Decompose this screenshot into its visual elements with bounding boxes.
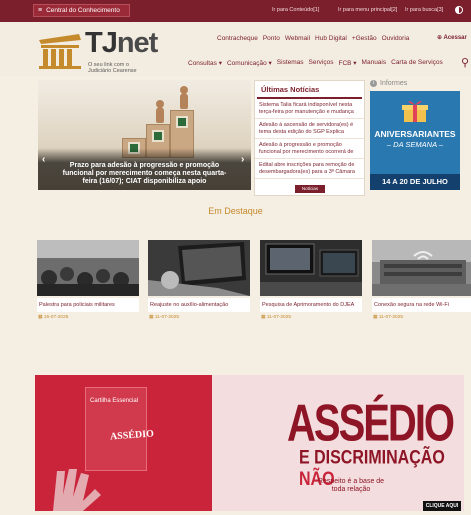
nav-consultas[interactable]: Consultas ▾ xyxy=(188,59,222,67)
slider-next-icon[interactable]: › xyxy=(241,154,244,165)
nav-manuais[interactable]: Manuais xyxy=(362,59,387,67)
contrast-icon[interactable] xyxy=(455,6,463,14)
latest-news-title: Últimas Notícias xyxy=(257,81,362,99)
card-title: Conexão segura na rede Wi-Fi xyxy=(372,298,471,312)
building-wifi-photo xyxy=(372,240,471,296)
skip-content-link[interactable]: Ir para Conteúdo[1] xyxy=(272,7,319,13)
nav-comunicacao[interactable]: Comunicação ▾ xyxy=(227,59,272,67)
discriminacao-text: E DISCRIMINAÇÃO xyxy=(299,448,445,469)
central-conhecimento-button[interactable]: ≡ Central do Conhecimento xyxy=(33,4,130,17)
info-icon: i xyxy=(370,80,377,87)
skip-menu-link[interactable]: Ir para menu principal[2] xyxy=(338,7,397,13)
gift-icon xyxy=(402,101,428,122)
nav-ponto[interactable]: Ponto xyxy=(263,35,280,42)
card-date-value: 11-07-2025 xyxy=(266,315,292,320)
destaque-card[interactable]: Conexão segura na rede Wi-Fi ▦ 11-07-202… xyxy=(372,240,471,326)
logo-net: net xyxy=(116,27,158,59)
news-item[interactable]: Sistema Talia ficará indisponível nesta … xyxy=(255,99,364,119)
news-item[interactable]: Adesão à ascensão de servidora(es) é tem… xyxy=(255,119,364,139)
menu-icon: ≡ xyxy=(38,7,43,14)
logo-tj: TJ xyxy=(85,27,118,59)
assedio-headline: ASSÉDIO xyxy=(287,395,455,453)
slider-green-box xyxy=(176,116,188,128)
card-image xyxy=(372,240,471,296)
columns-logo-icon xyxy=(39,34,81,69)
destaque-card[interactable]: Pesquisa de Aprimoramento do DJEA ▦ 11-0… xyxy=(260,240,362,326)
destaque-card[interactable]: Reajuste no auxílio-alimentação ▦ 11-07-… xyxy=(148,240,250,326)
aniversariantes-banner[interactable]: ANIVERSARIANTES – DA SEMANA – 14 A 20 DE… xyxy=(370,91,460,190)
latest-news-panel: Últimas Notícias Sistema Talia ficará in… xyxy=(254,80,365,196)
logo-tagline: O seu link com o Judiciário Cearense xyxy=(88,62,137,74)
laptop-photo xyxy=(148,240,250,296)
nav-contracheque[interactable]: Contracheque xyxy=(217,35,258,42)
news-slider[interactable]: Prazo para adesão à progressão e promoçã… xyxy=(38,80,251,190)
nav-gestao[interactable]: +Gestão xyxy=(352,35,377,42)
nav-servicos[interactable]: Serviços xyxy=(309,59,334,67)
clique-aqui-button[interactable]: CLIQUE AQUI xyxy=(423,501,461,511)
nav-hub-digital[interactable]: Hub Digital xyxy=(315,35,347,42)
more-news-button[interactable]: Notícias xyxy=(295,185,325,193)
acessar-label: Acessar xyxy=(443,35,467,41)
monitor-photo xyxy=(260,240,362,296)
card-image xyxy=(37,240,139,296)
card-image xyxy=(148,240,250,296)
card-title: Pesquisa de Aprimoramento do DJEA xyxy=(260,298,362,312)
skip-search-link[interactable]: Ir para busca[3] xyxy=(405,7,443,13)
tjnet-logo[interactable]: TJnet xyxy=(85,27,158,60)
news-item[interactable]: Adesão à progressão e promoção funcional… xyxy=(255,139,364,159)
nav-ouvidoria[interactable]: Ouvidoria xyxy=(382,35,410,42)
central-conhecimento-label: Central do Conhecimento xyxy=(46,7,120,14)
top-bar: ≡ Central do Conhecimento Ir para Conteú… xyxy=(0,0,471,22)
destaque-card[interactable]: Palestra para policiais militares ▦ 15-0… xyxy=(37,240,139,326)
card-title: Reajuste no auxílio-alimentação xyxy=(148,298,250,312)
card-date: ▦ 11-07-2025 xyxy=(373,315,403,320)
section-separator xyxy=(0,345,471,375)
card-date: ▦ 11-07-2025 xyxy=(149,315,179,320)
primary-nav: Contracheque Ponto Webmail Hub Digital +… xyxy=(217,35,409,42)
nav-carta-servicos[interactable]: Carta de Serviços xyxy=(391,59,443,67)
slider-prev-icon[interactable]: ‹ xyxy=(42,154,45,165)
search-icon[interactable]: ⚲ xyxy=(461,56,469,69)
card-title: Palestra para policiais militares xyxy=(37,298,139,312)
card-date: ▦ 15-07-2025 xyxy=(38,315,68,320)
slider-green-box xyxy=(152,130,164,142)
em-destaque-title: Em Destaque xyxy=(208,206,263,216)
card-date-value: 15-07-2025 xyxy=(43,315,69,320)
slider-peg xyxy=(156,107,164,123)
acessar-button[interactable]: ⊕ Acessar xyxy=(437,34,467,41)
cartilha-title: Cartilha Essencial xyxy=(90,398,139,404)
cartilha-cover: Cartilha Essencial ASSÉDIO xyxy=(85,387,154,471)
card-date-value: 11-07-2025 xyxy=(154,315,180,320)
secondary-nav: Consultas ▾ Comunicação ▾ Sistemas Servi… xyxy=(188,59,443,67)
card-date: ▦ 11-07-2025 xyxy=(261,315,291,320)
slider-caption[interactable]: Prazo para adesão à progressão e promoçã… xyxy=(38,148,251,190)
aniversariantes-subtitle: – DA SEMANA – xyxy=(386,140,444,149)
audience-photo xyxy=(37,240,139,296)
nav-fcb[interactable]: FCB ▾ xyxy=(338,59,356,67)
informes-header: i Informes xyxy=(370,80,407,87)
aniversariantes-dates: 14 A 20 DE JULHO xyxy=(370,174,460,190)
informes-title: Informes xyxy=(380,80,408,87)
assedio-campaign-banner[interactable]: Cartilha Essencial ASSÉDIO ASSÉDIO E DIS… xyxy=(35,375,464,511)
slider-peg xyxy=(180,93,188,109)
card-image xyxy=(260,240,362,296)
aniversariantes-title: ANIVERSARIANTES xyxy=(374,129,456,139)
card-date-value: 11-07-2025 xyxy=(378,315,404,320)
news-item[interactable]: Edital abre inscrições para remoção de d… xyxy=(255,159,364,179)
assedio-tagline: Respeito é a base de toda relação xyxy=(317,478,385,493)
nav-webmail[interactable]: Webmail xyxy=(285,35,310,42)
hand-graphic xyxy=(53,469,101,511)
nav-sistemas[interactable]: Sistemas xyxy=(277,59,304,67)
